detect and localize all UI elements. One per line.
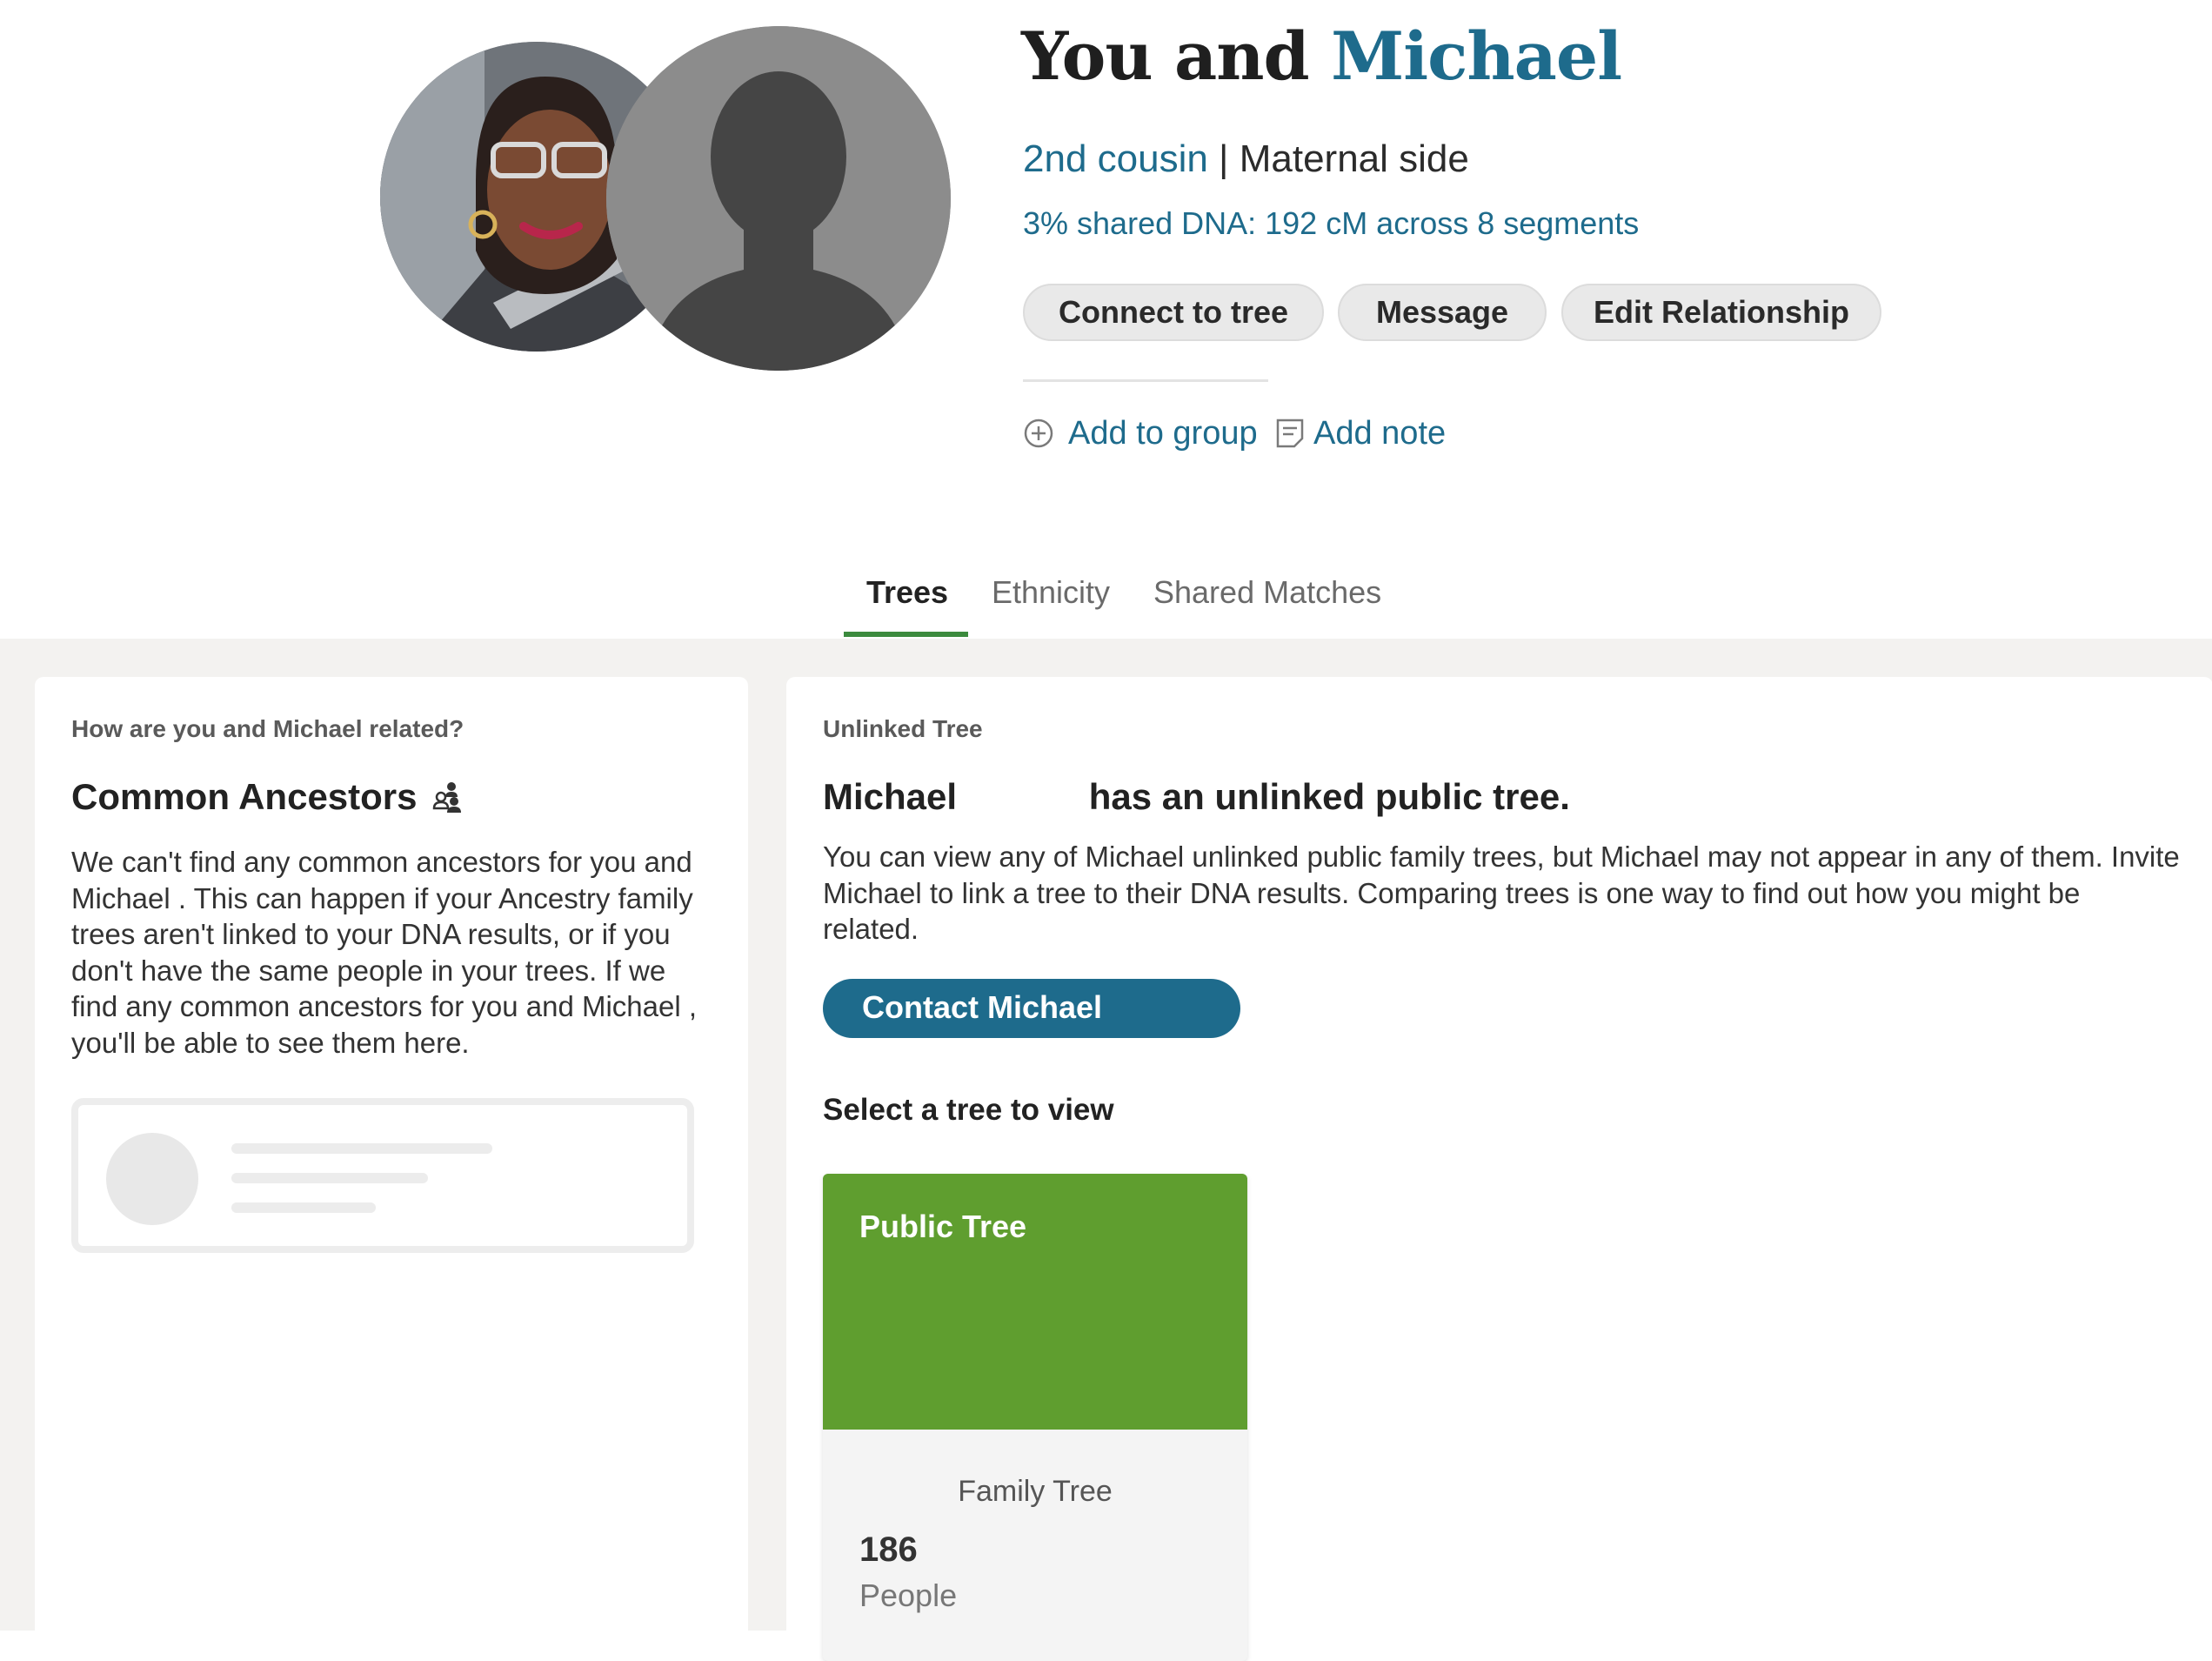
add-to-group-label: Add to group	[1068, 414, 1258, 452]
tree-card-type: Family Tree	[958, 1475, 1113, 1508]
title-prefix: You and	[1021, 17, 1332, 95]
unlinked-tree-card: Unlinked Tree Michael has an unlinked pu…	[786, 677, 2212, 1661]
note-icon	[1276, 419, 1304, 448]
relationship-line: 2nd cousin | Maternal side	[1023, 137, 1469, 181]
unlinked-tree-description: You can view any of Michael unlinked pub…	[823, 841, 2180, 945]
page-title: You and Michael	[1021, 17, 1622, 95]
title-match-name: Michael	[1331, 17, 1622, 95]
connect-to-tree-button[interactable]: Connect to tree	[1023, 284, 1324, 341]
add-note-link[interactable]: Add note	[1275, 412, 1446, 454]
card-eyebrow: Unlinked Tree	[823, 715, 983, 742]
people-icon	[432, 782, 461, 813]
person-silhouette-icon	[606, 26, 951, 371]
message-button[interactable]: Message	[1338, 284, 1547, 341]
card-eyebrow: How are you and Michael related?	[71, 715, 464, 742]
relationship-side: Maternal side	[1239, 137, 1469, 180]
contact-match-button[interactable]: Contact Michael	[823, 979, 1240, 1038]
tab-trees[interactable]: Trees	[866, 574, 948, 611]
add-note-label: Add note	[1313, 414, 1447, 452]
tree-people-count: 186	[859, 1530, 918, 1569]
relationship-link[interactable]: 2nd cousin	[1023, 137, 1208, 180]
shared-dna-link[interactable]: 3% shared DNA: 192 cM across 8 segments	[1023, 205, 1639, 242]
placeholder-line	[231, 1143, 492, 1154]
tab-ethnicity[interactable]: Ethnicity	[992, 574, 1110, 611]
heading-text: Common Ancestors	[71, 776, 418, 817]
edit-relationship-button[interactable]: Edit Relationship	[1561, 284, 1881, 341]
common-ancestors-heading: Common Ancestors	[71, 776, 464, 818]
common-ancestors-description: We can't find any common ancestors for y…	[71, 846, 698, 1059]
match-avatar	[606, 26, 951, 371]
add-circle-icon	[1024, 419, 1053, 448]
tree-people-label: People	[859, 1577, 958, 1613]
public-tree-card[interactable]: Public Tree Family Tree 186 People	[823, 1174, 1247, 1661]
common-ancestors-card: How are you and Michael related? Common …	[35, 677, 748, 1651]
active-tab-indicator	[844, 632, 968, 637]
placeholder-line	[231, 1173, 428, 1183]
header-divider	[1023, 379, 1268, 382]
unlinked-tree-heading: Michael has an unlinked public tree.	[823, 776, 1570, 817]
ancestor-placeholder	[71, 1098, 694, 1253]
relationship-separator: |	[1207, 137, 1240, 180]
select-tree-label: Select a tree to view	[823, 1093, 1114, 1127]
add-to-group-link[interactable]: Add to group	[1023, 412, 1258, 454]
placeholder-line	[231, 1202, 376, 1213]
tree-card-title: Public Tree	[859, 1209, 1027, 1244]
tab-shared-matches[interactable]: Shared Matches	[1153, 574, 1381, 611]
placeholder-avatar	[106, 1133, 198, 1225]
